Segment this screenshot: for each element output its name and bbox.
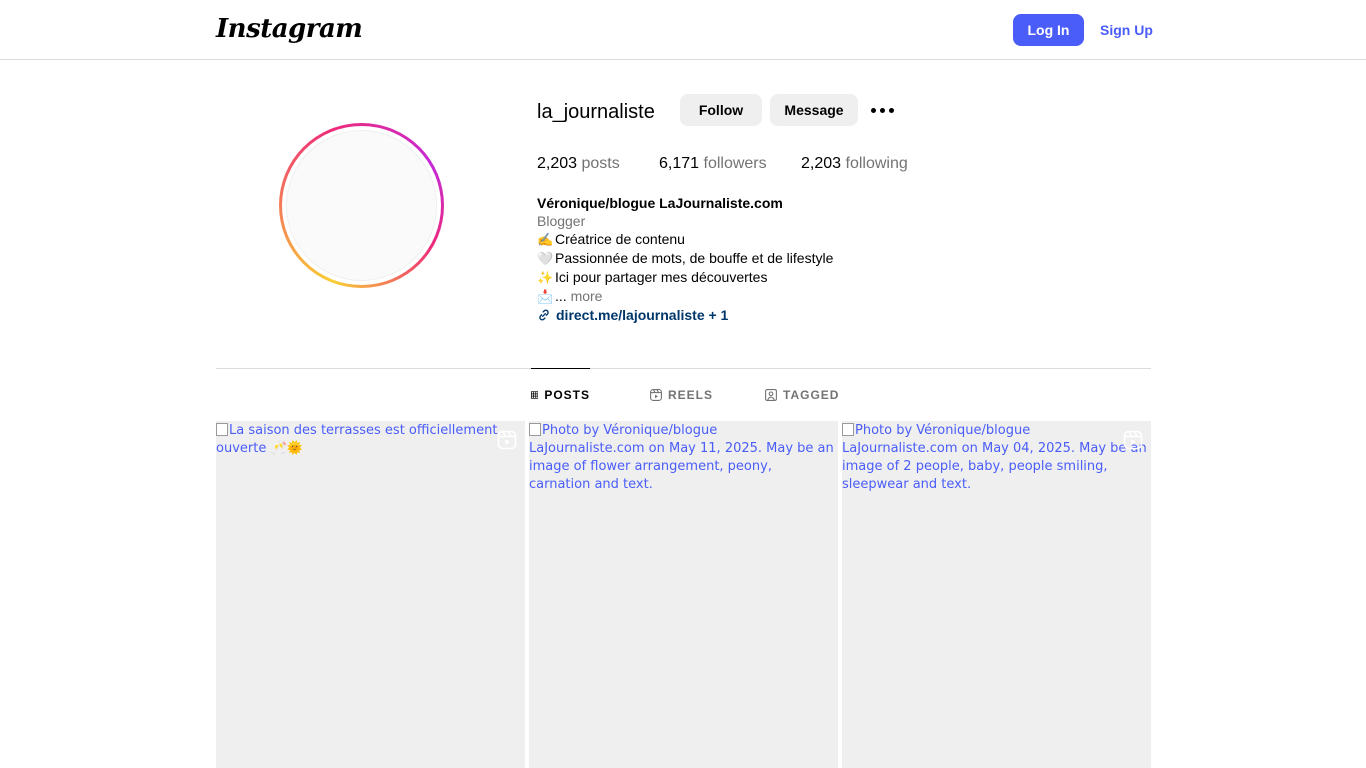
avatar xyxy=(286,130,437,281)
broken-image-icon xyxy=(216,423,228,436)
following-count[interactable]: 2,203 following xyxy=(801,155,908,173)
avatar-border xyxy=(282,126,441,285)
broken-image-icon xyxy=(842,423,854,436)
post-image-alt: Photo by Véronique/blogue LaJournaliste.… xyxy=(529,422,838,494)
envelope-icon: 📩 xyxy=(537,289,554,304)
reels-icon xyxy=(650,389,662,401)
post-alt-text: Photo by Véronique/blogue LaJournaliste.… xyxy=(842,423,1147,492)
bio-link-text: direct.me/lajournaliste + 1 xyxy=(556,307,729,323)
writing-hand-icon: ✍️ xyxy=(537,232,554,247)
posts-count-value: 2,203 xyxy=(537,155,578,172)
posts-count: 2,203 posts xyxy=(537,155,620,173)
bio-ellipsis: ... xyxy=(555,288,567,304)
tagged-icon xyxy=(765,389,777,401)
bio-line-text: Passionnée de mots, de bouffe et de life… xyxy=(555,250,834,266)
post-image-alt: Photo by Véronique/blogue LaJournaliste.… xyxy=(842,422,1151,494)
follow-button[interactable]: Follow xyxy=(680,94,762,126)
followers-count-label: followers xyxy=(699,155,767,172)
bio-line: 📩... more xyxy=(537,287,833,306)
broken-image-icon xyxy=(529,423,541,436)
tab-posts-label: POSTS xyxy=(544,387,590,402)
profile-bio: Véronique/blogue LaJournaliste.com Blogg… xyxy=(537,194,833,324)
bio-line: 🤍 Passionnée de mots, de bouffe et de lif… xyxy=(537,249,833,268)
post-image-alt: La saison des terrasses est officielleme… xyxy=(216,422,525,458)
tab-reels[interactable]: REELS xyxy=(650,369,713,421)
more-options-icon[interactable] xyxy=(866,98,898,122)
bio-full-name: Véronique/blogue LaJournaliste.com xyxy=(537,195,783,211)
instagram-logo[interactable]: Instagram xyxy=(216,14,363,44)
signup-link[interactable]: Sign Up xyxy=(1100,22,1153,38)
reel-indicator-icon xyxy=(1123,430,1143,450)
followers-count-value: 6,171 xyxy=(659,155,700,172)
sparkles-icon: ✨ xyxy=(537,270,554,285)
followers-count[interactable]: 6,171 followers xyxy=(659,155,767,173)
tab-reels-label: REELS xyxy=(668,388,714,402)
top-navigation-bar: Instagram Log In Sign Up xyxy=(0,0,1366,60)
bio-line-text: Ici pour partager mes découvertes xyxy=(555,269,768,285)
story-ring[interactable] xyxy=(279,123,444,288)
bio-line: ✨ Ici pour partager mes découvertes xyxy=(537,268,833,287)
post-alt-text: La saison des terrasses est officielleme… xyxy=(216,423,498,456)
login-button[interactable]: Log In xyxy=(1013,14,1084,46)
white-heart-icon: 🤍 xyxy=(537,251,554,266)
following-count-value: 2,203 xyxy=(801,155,842,172)
posts-count-label: posts xyxy=(577,155,620,172)
post-thumbnail[interactable]: Photo by Véronique/blogue LaJournaliste.… xyxy=(529,421,838,768)
bio-line-text: Créatrice de contenu xyxy=(555,231,685,247)
post-thumbnail[interactable]: Photo by Véronique/blogue LaJournaliste.… xyxy=(842,421,1151,768)
following-count-label: following xyxy=(841,155,908,172)
link-icon xyxy=(539,309,549,321)
bio-external-link[interactable]: direct.me/lajournaliste + 1 xyxy=(537,306,833,324)
profile-username: la_journaliste xyxy=(537,101,655,123)
bio-more-link[interactable]: more xyxy=(571,288,603,304)
grid-icon xyxy=(531,390,539,399)
message-button[interactable]: Message xyxy=(770,94,858,126)
tab-tagged-label: TAGGED xyxy=(783,388,840,402)
post-alt-text: Photo by Véronique/blogue LaJournaliste.… xyxy=(529,423,834,492)
posts-grid: La saison des terrasses est officielleme… xyxy=(216,421,1151,768)
reel-indicator-icon xyxy=(497,430,517,450)
tab-posts[interactable]: POSTS xyxy=(531,368,590,420)
tab-tagged[interactable]: TAGGED xyxy=(765,369,839,421)
bio-category: Blogger xyxy=(537,213,586,229)
post-thumbnail[interactable]: La saison des terrasses est officielleme… xyxy=(216,421,525,768)
bio-line: ✍️ Créatrice de contenu xyxy=(537,230,833,249)
